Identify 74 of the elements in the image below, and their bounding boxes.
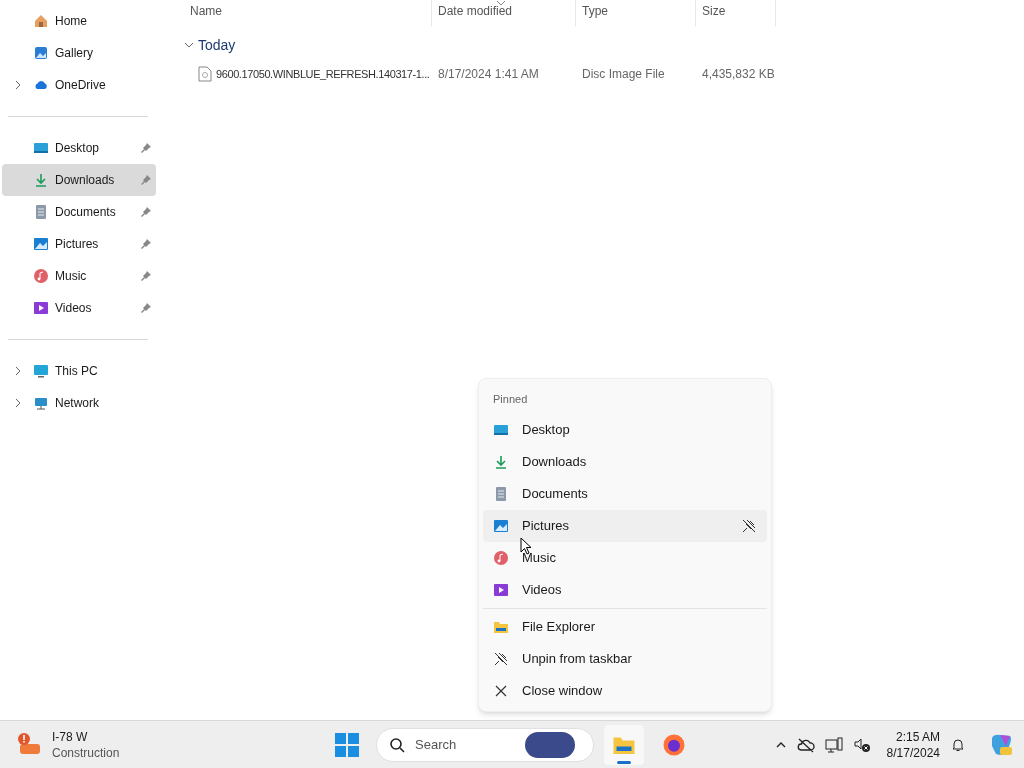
sidebar-item[interactable]: Videos xyxy=(2,292,156,324)
pin-icon[interactable] xyxy=(140,142,152,154)
bell-icon[interactable] xyxy=(950,736,966,753)
file-name[interactable]: 9600.17050.WINBLUE_REFRESH.140317-1... xyxy=(216,65,430,83)
pin-icon[interactable] xyxy=(140,174,152,186)
menu-item[interactable]: Close window xyxy=(483,674,767,707)
menu-item[interactable]: Desktop xyxy=(483,413,767,446)
sidebar-item[interactable]: Gallery xyxy=(2,37,156,69)
document-icon xyxy=(33,204,49,220)
column-header[interactable]: Name xyxy=(184,0,432,26)
download-icon xyxy=(33,172,49,188)
firefox-icon xyxy=(662,732,686,757)
pin-icon[interactable] xyxy=(140,302,152,314)
pin-icon[interactable] xyxy=(140,238,152,250)
picture-icon xyxy=(33,236,49,252)
menu-item[interactable]: Documents xyxy=(483,477,767,510)
network-icon[interactable] xyxy=(824,736,843,753)
cursor-icon xyxy=(520,537,532,555)
cloud-off-icon[interactable] xyxy=(796,736,815,753)
music-icon xyxy=(493,549,509,566)
widget-title: I-78 W xyxy=(52,728,89,745)
start-icon[interactable] xyxy=(334,731,360,758)
sidebar-item[interactable]: Desktop xyxy=(2,132,156,164)
picture-icon xyxy=(493,517,509,534)
chevron-icon[interactable] xyxy=(13,398,23,408)
chevron-icon[interactable] xyxy=(13,80,23,90)
menu-heading: Pinned xyxy=(492,392,529,407)
download-icon xyxy=(493,453,509,470)
home-icon xyxy=(33,13,49,29)
speaker-muted-icon[interactable] xyxy=(852,736,871,753)
menu-item[interactable]: Downloads xyxy=(483,445,767,478)
menu-item[interactable]: Pictures xyxy=(483,509,767,542)
desktop-icon xyxy=(33,140,49,156)
file-icon xyxy=(198,66,212,82)
music-icon xyxy=(33,268,49,284)
menu-item[interactable]: File Explorer xyxy=(483,610,767,643)
search-highlight-image xyxy=(525,731,575,758)
chevron-icon[interactable] xyxy=(184,40,194,50)
type-cell-text: Disc Image File xyxy=(581,66,666,83)
network-icon xyxy=(33,395,49,411)
document-icon xyxy=(493,485,509,502)
sidebar-item[interactable]: OneDrive xyxy=(2,69,156,101)
video-icon xyxy=(493,581,509,598)
monitor-icon xyxy=(33,363,49,379)
traffic-widget[interactable]: I-78 W Construction xyxy=(0,728,200,761)
size-cell-text: 4,435,832 KB xyxy=(701,66,776,83)
sidebar-item[interactable]: This PC xyxy=(2,355,156,387)
sidebar-item[interactable]: Home xyxy=(2,5,156,37)
pin-icon[interactable] xyxy=(140,270,152,282)
menu-item[interactable]: Unpin from taskbar xyxy=(483,642,767,675)
unpin-icon xyxy=(741,517,757,534)
widget-subtitle: Construction xyxy=(52,744,120,761)
menu-item[interactable]: Music xyxy=(483,541,767,574)
sidebar-item[interactable]: Downloads xyxy=(2,164,156,196)
unpin-icon xyxy=(493,650,509,667)
group-header[interactable]: Today xyxy=(198,34,236,56)
video-icon xyxy=(33,300,49,316)
search-field[interactable]: Search xyxy=(376,727,594,762)
date-cell-text: 8/17/2024 1:41 AM xyxy=(437,66,540,83)
column-header[interactable]: Type xyxy=(576,0,696,26)
column-header[interactable]: Size xyxy=(696,0,776,26)
search-placeholder: Search xyxy=(415,735,458,754)
clock[interactable]: 2:15 AM 8/17/2024 xyxy=(886,728,940,761)
column-header[interactable]: Date modified xyxy=(432,0,576,26)
sidebar-item[interactable]: Documents xyxy=(2,196,156,228)
search-icon xyxy=(389,736,405,753)
sidebar-item[interactable]: Pictures xyxy=(2,228,156,260)
sidebar-item[interactable]: Music xyxy=(2,260,156,292)
menu-item[interactable]: Videos xyxy=(483,573,767,606)
taskbar-app[interactable] xyxy=(604,724,644,765)
chevron-icon[interactable] xyxy=(13,366,23,376)
pin-icon[interactable] xyxy=(140,206,152,218)
gallery-icon xyxy=(33,45,49,61)
sidebar-item[interactable]: Network xyxy=(2,387,156,419)
